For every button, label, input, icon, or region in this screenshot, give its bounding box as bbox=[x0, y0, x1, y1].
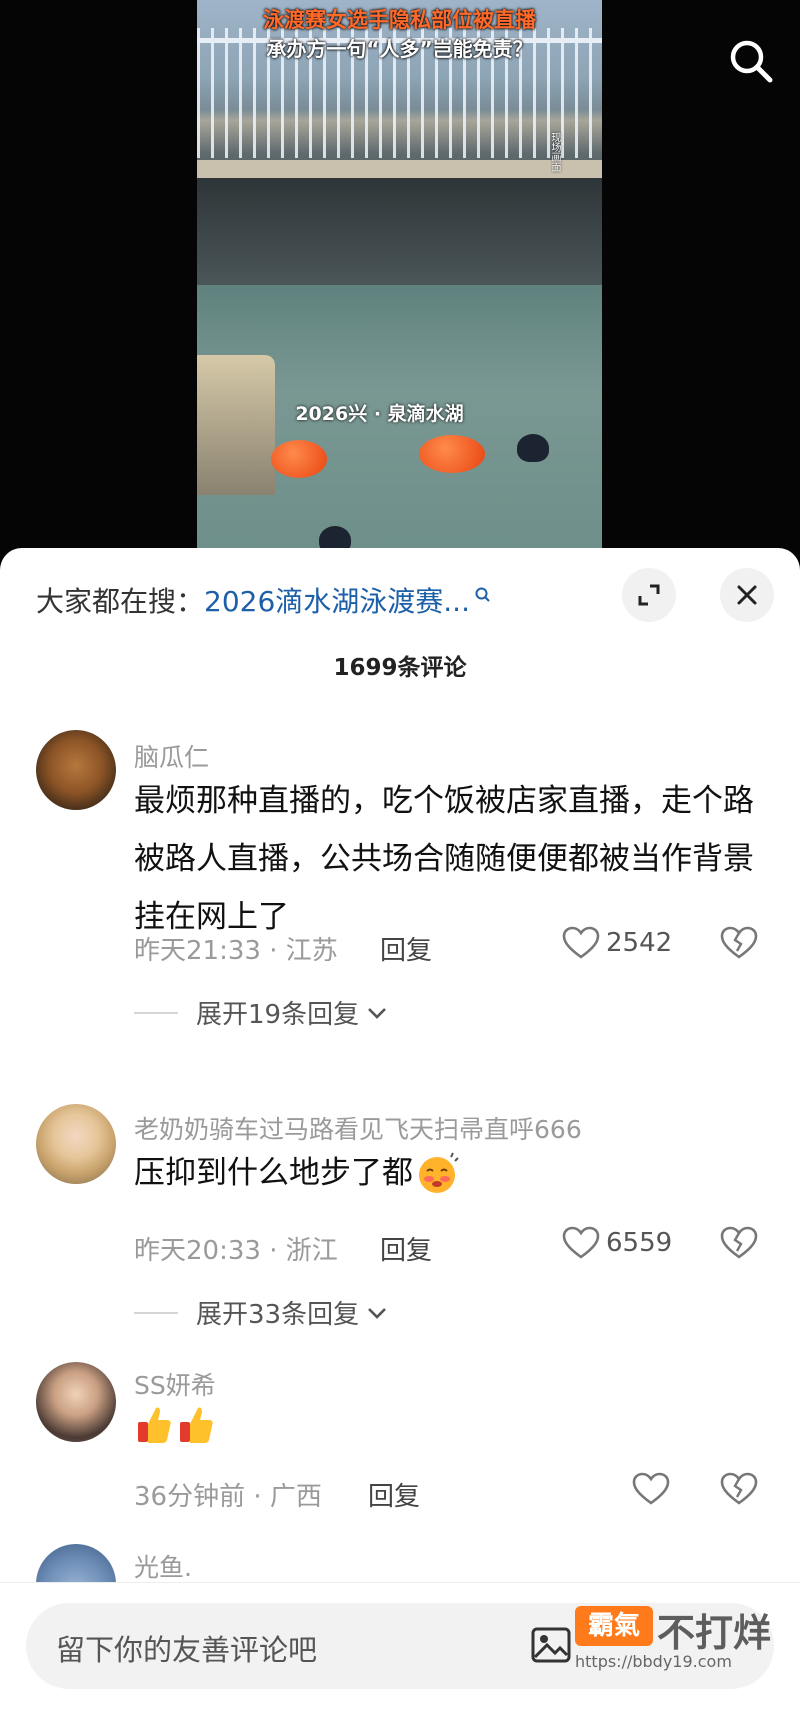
comment-time-location: 36分钟前 · 广西 bbox=[134, 1482, 322, 1512]
video-player[interactable]: 泳渡赛女选手隐私部位被直播 承办方一句“人多”岂能免责？ 2026兴 · 泉滴水… bbox=[0, 0, 800, 560]
pier-underside bbox=[197, 178, 602, 288]
image-button[interactable] bbox=[530, 1625, 572, 1669]
heart-icon bbox=[562, 926, 600, 959]
comment-time-location: 昨天21:33 · 江苏 bbox=[134, 936, 338, 966]
expand-icon bbox=[638, 584, 660, 606]
avatar[interactable] bbox=[36, 730, 116, 810]
expand-sheet-button[interactable] bbox=[622, 568, 676, 622]
orange-buoy bbox=[419, 435, 485, 473]
like-count: 2542 bbox=[606, 928, 673, 958]
dislike-button[interactable] bbox=[720, 1226, 758, 1264]
swim-cap bbox=[319, 526, 351, 548]
expand-replies[interactable]: 展开33条回复 bbox=[134, 1294, 389, 1331]
like-button[interactable]: 6559 bbox=[562, 1226, 672, 1260]
video-side-tag: 现场画面 bbox=[549, 132, 560, 172]
comment-input-placeholder: 留下你的友善评论吧 bbox=[56, 1633, 318, 1667]
swim-cap bbox=[517, 434, 549, 462]
comment-sheet: 大家都在搜：2026滴水湖泳渡赛... 1699条评论 脑瓜仁 最烦那种直播的，… bbox=[0, 548, 800, 1710]
watermark-logo: 霸氣 bbox=[575, 1606, 653, 1646]
chevron-down-icon bbox=[368, 1307, 387, 1319]
watermark-url: https://bbdy19.com bbox=[575, 1652, 732, 1671]
search-small-icon bbox=[474, 578, 492, 611]
expand-replies[interactable]: 展开19条回复 bbox=[134, 994, 389, 1031]
image-icon bbox=[531, 1627, 571, 1663]
dislike-button[interactable] bbox=[720, 926, 758, 964]
hot-search-bar[interactable]: 大家都在搜：2026滴水湖泳渡赛... bbox=[36, 580, 492, 620]
dislike-button[interactable] bbox=[720, 1472, 758, 1510]
heart-icon bbox=[562, 1226, 600, 1259]
reply-button[interactable]: 回复 bbox=[380, 930, 432, 967]
broken-heart-icon bbox=[720, 1226, 758, 1259]
close-icon bbox=[737, 585, 757, 605]
comment-time-location: 昨天20:33 · 浙江 bbox=[134, 1236, 338, 1266]
expand-divider bbox=[134, 1011, 178, 1014]
pier-deck bbox=[197, 160, 602, 178]
comment-username[interactable]: 光鱼. bbox=[134, 1548, 192, 1584]
expand-divider bbox=[134, 1311, 178, 1314]
comment-text: 压抑到什么地步了都 bbox=[134, 1155, 413, 1191]
search-icon bbox=[730, 40, 773, 83]
comment-username[interactable]: 脑瓜仁 bbox=[134, 738, 209, 774]
video-title-line2: 承办方一句“人多”岂能免责？ bbox=[266, 37, 533, 61]
thumbs-up-emoji-icon bbox=[138, 1407, 171, 1443]
orange-buoy bbox=[271, 440, 327, 478]
watermark: 霸氣 不打烊 https://bbdy19.com bbox=[575, 1600, 785, 1671]
blushing-emoji-icon bbox=[419, 1152, 459, 1193]
comment-text-row bbox=[134, 1402, 754, 1446]
avatar[interactable] bbox=[36, 1362, 116, 1442]
comment-text-row: 压抑到什么地步了都 bbox=[134, 1144, 754, 1202]
reply-button[interactable]: 回复 bbox=[380, 1230, 432, 1267]
reply-button[interactable]: 回复 bbox=[368, 1476, 420, 1513]
heart-icon bbox=[632, 1472, 670, 1505]
broken-heart-icon bbox=[720, 926, 758, 959]
comment-username[interactable]: SS妍希 bbox=[134, 1366, 216, 1402]
chevron-down-icon bbox=[368, 1007, 387, 1019]
like-button[interactable]: 2542 bbox=[562, 926, 672, 960]
thumbs-up-emoji-icon bbox=[180, 1407, 213, 1443]
video-title-line1: 泳渡赛女选手隐私部位被直播 bbox=[263, 8, 536, 32]
like-count: 6559 bbox=[606, 1228, 673, 1258]
hot-search-keyword[interactable]: 2026滴水湖泳渡赛... bbox=[204, 585, 470, 618]
hot-search-prefix: 大家都在搜： bbox=[36, 585, 205, 618]
video-frame[interactable]: 泳渡赛女选手隐私部位被直播 承办方一句“人多”岂能免责？ 2026兴 · 泉滴水… bbox=[197, 0, 602, 548]
comment-text: 最烦那种直播的，吃个饭被店家直播，走个路被路人直播，公共场合随随便便都被当作背景… bbox=[134, 783, 754, 935]
comment-count: 1699条评论 bbox=[333, 655, 467, 681]
broken-heart-icon bbox=[720, 1472, 758, 1505]
avatar[interactable] bbox=[36, 1104, 116, 1184]
video-location-label: 2026兴 · 泉滴水湖 bbox=[295, 403, 464, 425]
watermark-text: 不打烊 bbox=[657, 1611, 772, 1655]
search-button[interactable] bbox=[726, 36, 776, 86]
comment-username[interactable]: 老奶奶骑车过马路看见飞天扫帚直呼666 bbox=[134, 1110, 582, 1146]
expand-replies-label: 展开19条回复 bbox=[196, 1000, 360, 1030]
expand-replies-label: 展开33条回复 bbox=[196, 1300, 360, 1330]
close-sheet-button[interactable] bbox=[720, 568, 774, 622]
like-button[interactable] bbox=[632, 1472, 676, 1506]
